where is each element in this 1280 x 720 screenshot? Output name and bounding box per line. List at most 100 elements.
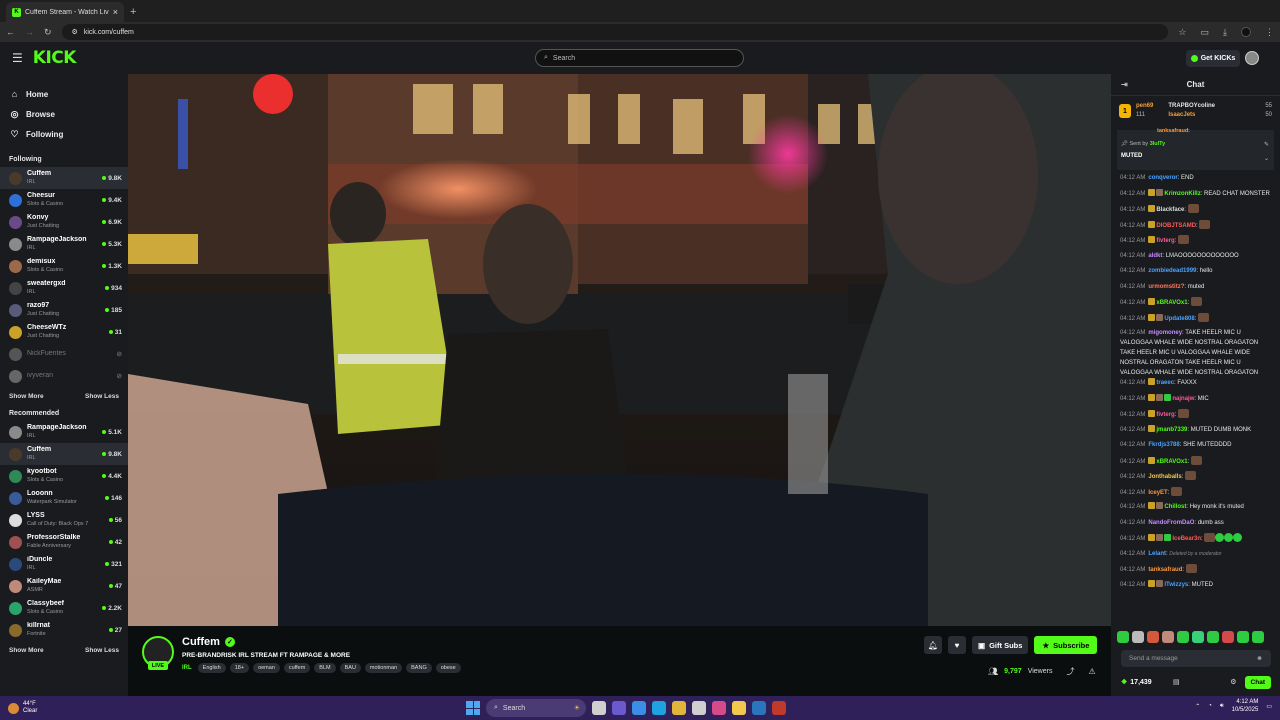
sidebar-channel-kyootbot[interactable]: kyootbot Slots & Casino 4.4K [0,465,128,487]
collapse-chat-icon[interactable]: ⇥ [1121,80,1128,89]
share-icon[interactable]: ⤴ [1066,666,1074,677]
chat-input[interactable]: Send a message ☻ [1121,650,1271,667]
message-username[interactable]: Update808 [1164,316,1194,322]
nav-following[interactable]: ♡ Following [0,124,128,144]
sidebar-channel-iduncle[interactable]: iDuncle IRL 321 [0,553,128,575]
emote-icon[interactable] [1207,631,1219,643]
calculator-icon[interactable] [692,701,706,715]
emote-icon[interactable] [1132,631,1144,643]
chat-message[interactable]: 04:12 AM Update808: [1120,312,1272,329]
recommended-show-less[interactable]: Show Less [85,647,119,654]
sidebar-channel-cheesewtz[interactable]: CheeseWTz Just Chatting 31 [0,321,128,343]
message-username[interactable]: traeec [1156,380,1174,386]
kick-logo[interactable]: KICK [33,48,77,68]
chat-message[interactable]: 04:12 AM DIOBJTSAMD: [1120,219,1272,236]
message-username[interactable]: jmanb7339 [1156,427,1187,433]
chat-message[interactable]: 04:12 AM zombiedead1999: hello [1120,266,1272,282]
message-username[interactable]: aldkt [1148,253,1162,259]
chat-message[interactable]: 04:12 AM najnajw: MIC [1120,393,1272,410]
forward-icon[interactable]: → [25,27,34,37]
channel-name[interactable]: Cuffem [182,636,220,648]
chat-message[interactable]: 04:12 AM xBRAVOx1: [1120,297,1272,313]
teams-icon[interactable] [612,701,626,715]
user-avatar[interactable] [1245,51,1259,65]
nav-home[interactable]: ⌂ Home [0,84,128,104]
tray-chevron-icon[interactable]: ⌃ [1195,703,1200,710]
recommended-show-more[interactable]: Show More [9,647,44,654]
message-username[interactable]: DIOBJTSAMD [1156,223,1196,229]
message-username[interactable]: IceBear3n [1172,536,1201,542]
chat-message[interactable]: 04:12 AM Chillost: Hey monk it's muted [1120,502,1272,518]
chat-message[interactable]: 04:12 AM xBRAVOx1: [1120,455,1272,472]
sidebar-channel-razo97[interactable]: razo97 Just Chatting 185 [0,299,128,321]
app-icon[interactable] [712,701,726,715]
bookmark-star-icon[interactable]: ☆ [1178,27,1186,38]
leader-third-name[interactable]: IsaacJets [1168,111,1260,120]
emote-icon[interactable] [1177,631,1189,643]
stream-tag[interactable]: BAU [339,663,361,673]
stream-tag[interactable]: English [197,663,226,673]
emote-icon[interactable] [1222,631,1234,643]
get-kicks-button[interactable]: Get KICKs [1186,50,1240,67]
message-username[interactable]: Lelant [1148,551,1166,557]
chat-message[interactable]: 04:12 AM KrimzonKillz: READ CHAT MONSTER [1120,188,1272,205]
stream-tag[interactable]: obese [435,663,461,673]
message-username[interactable]: conqveror [1148,175,1177,181]
message-username[interactable]: KrimzonKillz [1164,191,1200,197]
sidebar-channel-cheesur[interactable]: Cheesur Slots & Casino 9.4K [0,189,128,211]
steam-icon[interactable] [752,701,766,715]
stream-tag[interactable]: oeman [253,663,280,673]
message-username[interactable]: zombiedead1999 [1148,268,1196,274]
pinned-sender[interactable]: 3lulTy [1150,141,1166,147]
stream-tag[interactable]: motionman [364,663,403,673]
downloads-icon[interactable]: ⤓ [1223,27,1227,38]
report-icon[interactable]: ⚠ [1088,667,1095,676]
chat-message[interactable]: 04:12 AM fivterg: [1120,235,1272,251]
network-icon[interactable]: ◔ [1208,703,1212,709]
chat-message[interactable]: 04:12 AM traeec: FAXXX [1120,378,1272,394]
browser-profile-avatar[interactable] [1241,27,1251,37]
message-username[interactable]: fivterg [1156,412,1174,418]
sidebar-channel-professorstalke[interactable]: ProfessorStalke Fable Anniversary 42 [0,531,128,553]
chat-message[interactable]: 04:12 AM Lelant: Deleted by a moderator [1120,549,1272,565]
search-input[interactable]: ⌕ Search [535,49,744,67]
sidebar-channel-konvy[interactable]: Konvy Just Chatting 6.9K [0,211,128,233]
emote-icon[interactable] [1117,631,1129,643]
nav-browse[interactable]: ◎ Browse [0,104,128,124]
chat-message[interactable]: 04:12 AM Blackface: [1120,204,1272,220]
emote-icon[interactable] [1252,631,1264,643]
chat-settings-icon[interactable]: ⚙ [1230,678,1236,686]
emote-icon[interactable] [1147,631,1159,643]
video-player[interactable] [128,74,1111,626]
stream-tag[interactable]: 18+ [229,663,250,673]
message-username[interactable]: ITwizzys [1164,582,1188,588]
message-username[interactable]: urmomstitz? [1148,284,1184,290]
send-chat-button[interactable]: Chat [1244,675,1271,689]
message-username[interactable]: fivterg [1156,238,1174,244]
chat-message[interactable]: 04:12 AM jmanb7339: MUTED DUMB MONK [1120,424,1272,441]
address-bar[interactable]: ⚙ kick.com/cuffem [61,24,1169,40]
following-show-less[interactable]: Show Less [85,393,119,400]
following-show-more[interactable]: Show More [9,393,44,400]
browser-menu-icon[interactable]: ⋮ [1265,27,1274,38]
message-username[interactable]: xBRAVOx1 [1156,300,1187,306]
site-info-icon[interactable]: ⚙ [72,28,78,36]
extensions-icon[interactable]: ▭ [1201,27,1210,38]
browser-tab[interactable]: K Cuffem Stream - Watch Live on Kick × [6,2,124,22]
stream-tag[interactable]: cuffem [283,663,311,673]
app-icon-red[interactable] [772,701,786,715]
unpin-icon[interactable]: ✎ [1264,141,1269,148]
emote-icon[interactable] [1192,631,1204,643]
leader-second-name[interactable]: TRAPBOYcoline [1168,102,1260,111]
notifications-icon[interactable]: ▭ [1266,703,1272,710]
message-username[interactable]: tanksafraud [1148,567,1182,573]
channel-points[interactable]: ❖ 17,439 [1121,678,1152,687]
system-clock[interactable]: 4:12 AM 10/5/2025 [1232,698,1259,714]
file-explorer-icon[interactable] [732,701,746,715]
sidebar-channel-kaileymae[interactable]: KaileyMae ASMR 47 [0,575,128,597]
chat-message[interactable]: 04:12 AM conqveror: END [1120,173,1272,189]
emoji-icon[interactable]: ☻ [1256,655,1263,662]
stream-tag[interactable]: BANG [406,663,432,673]
sidebar-channel-rampagejackson[interactable]: RampageJackson IRL 5.1K [0,421,128,443]
chat-message[interactable]: 04:12 AM urmomstitz?: muted [1120,282,1272,298]
